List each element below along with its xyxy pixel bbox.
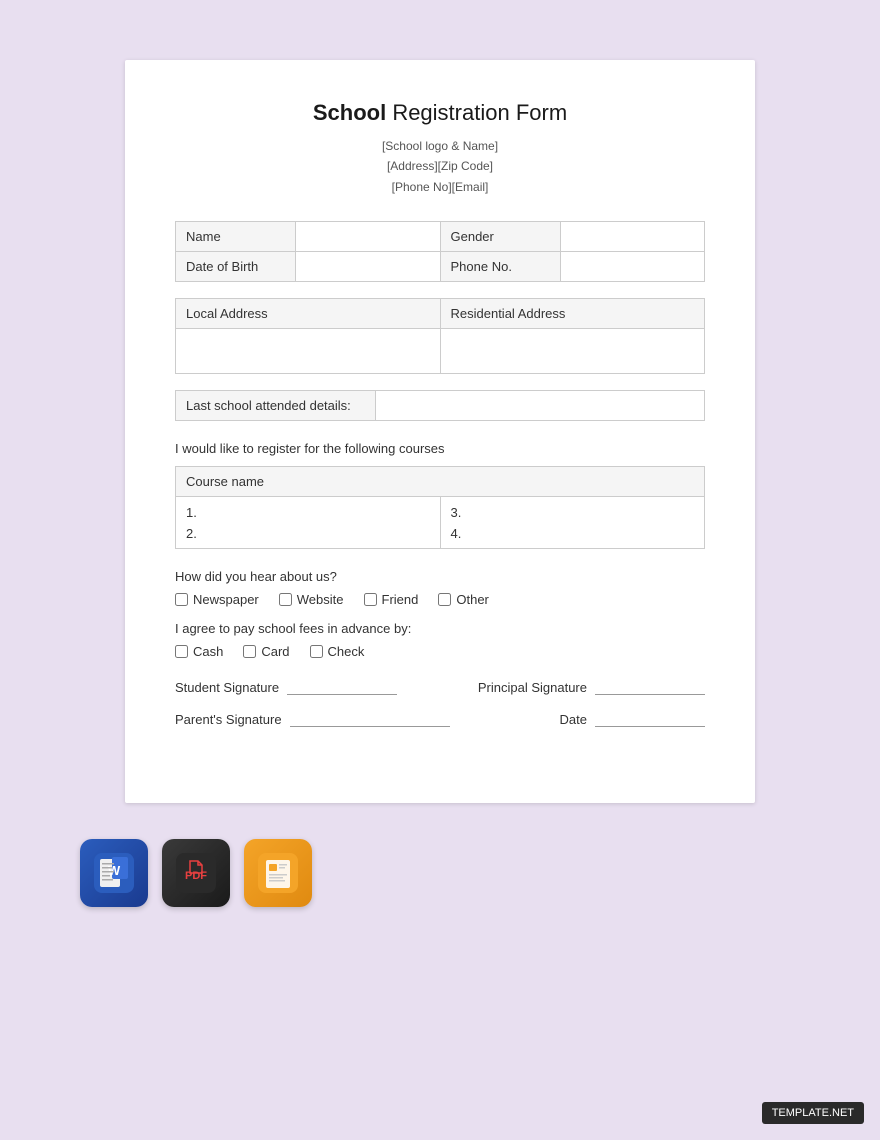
dob-value [296,252,441,282]
courses-left: 1. 2. [176,497,441,549]
sig-row-2: Parent's Signature Date [175,711,705,727]
local-address-label: Local Address [176,299,441,329]
form-card: School Registration Form [School logo & … [125,60,755,803]
gender-label: Gender [440,222,560,252]
courses-content-row: 1. 2. 3. 4. [176,497,705,549]
friend-checkbox[interactable] [364,593,377,606]
form-title-section: School Registration Form [175,100,705,126]
word-svg: W [94,853,134,893]
courses-table: Course name 1. 2. 3. 4. [175,466,705,549]
other-label: Other [456,592,489,607]
signatures-section: Student Signature Principal Signature Pa… [175,679,705,727]
course-name-header: Course name [176,467,705,497]
parent-sig-line [290,711,450,727]
check-option[interactable]: Check [310,644,365,659]
sig-row-1: Student Signature Principal Signature [175,679,705,695]
courses-header-row: Course name [176,467,705,497]
school-address: [Address][Zip Code] [175,156,705,176]
last-school-label: Last school attended details: [176,391,376,421]
fees-options: Cash Card Check [175,644,705,659]
website-option[interactable]: Website [279,592,344,607]
principal-sig-line [595,679,705,695]
cash-checkbox[interactable] [175,645,188,658]
name-label: Name [176,222,296,252]
other-checkbox[interactable] [438,593,451,606]
date-label: Date [560,712,587,727]
address-content-row [176,329,705,374]
course-1: 1. [186,505,430,520]
friend-label: Friend [382,592,419,607]
other-option[interactable]: Other [438,592,489,607]
dob-label: Date of Birth [176,252,296,282]
address-table: Local Address Residential Address [175,298,705,374]
card-checkbox[interactable] [243,645,256,658]
parent-sig-label: Parent's Signature [175,712,282,727]
form-title: School Registration Form [175,100,705,126]
student-sig-item: Student Signature [175,679,397,695]
student-sig-label: Student Signature [175,680,279,695]
cash-label: Cash [193,644,223,659]
pages-svg [258,853,298,893]
last-school-value [376,391,705,421]
principal-sig-item: Principal Signature [478,679,705,695]
website-checkbox[interactable] [279,593,292,606]
school-info: [School logo & Name] [Address][Zip Code]… [175,136,705,197]
word-app-icon[interactable]: W [80,839,148,907]
card-option[interactable]: Card [243,644,289,659]
newspaper-checkbox[interactable] [175,593,188,606]
hear-question: How did you hear about us? [175,569,705,584]
local-address-value [176,329,441,374]
phone-value [560,252,705,282]
website-label: Website [297,592,344,607]
card-label: Card [261,644,289,659]
basic-info-table: Name Gender Date of Birth Phone No. [175,221,705,282]
parent-sig-item: Parent's Signature [175,711,450,727]
svg-text:PDF: PDF [185,870,207,882]
gender-value [560,222,705,252]
page-wrapper: School Registration Form [School logo & … [0,0,880,947]
template-badge: TEMPLATE.NET [762,1102,864,1124]
pdf-svg: PDF [176,853,216,893]
name-gender-row: Name Gender [176,222,705,252]
hear-options: Newspaper Website Friend Other [175,592,705,607]
pdf-app-icon[interactable]: PDF [162,839,230,907]
dob-phone-row: Date of Birth Phone No. [176,252,705,282]
check-checkbox[interactable] [310,645,323,658]
student-sig-line [287,679,397,695]
last-school-table: Last school attended details: [175,390,705,421]
school-logo-name: [School logo & Name] [175,136,705,156]
address-header-row: Local Address Residential Address [176,299,705,329]
pages-app-icon[interactable] [244,839,312,907]
residential-address-label: Residential Address [440,299,705,329]
courses-intro: I would like to register for the followi… [175,441,705,456]
hear-section: How did you hear about us? Newspaper Web… [175,569,705,607]
course-3: 3. [451,505,695,520]
courses-right: 3. 4. [440,497,705,549]
course-4: 4. [451,526,695,541]
fees-label: I agree to pay school fees in advance by… [175,621,705,636]
date-sig-line [595,711,705,727]
phone-label: Phone No. [440,252,560,282]
course-2: 2. [186,526,430,541]
newspaper-option[interactable]: Newspaper [175,592,259,607]
friend-option[interactable]: Friend [364,592,419,607]
residential-address-value [440,329,705,374]
newspaper-label: Newspaper [193,592,259,607]
bottom-icons: W PDF [80,839,312,907]
date-item: Date [560,711,705,727]
name-value [296,222,441,252]
last-school-row: Last school attended details: [176,391,705,421]
cash-option[interactable]: Cash [175,644,223,659]
word-icon-inner: W [94,853,134,893]
check-label: Check [328,644,365,659]
fees-section: I agree to pay school fees in advance by… [175,621,705,659]
school-contact: [Phone No][Email] [175,177,705,197]
principal-sig-label: Principal Signature [478,680,587,695]
